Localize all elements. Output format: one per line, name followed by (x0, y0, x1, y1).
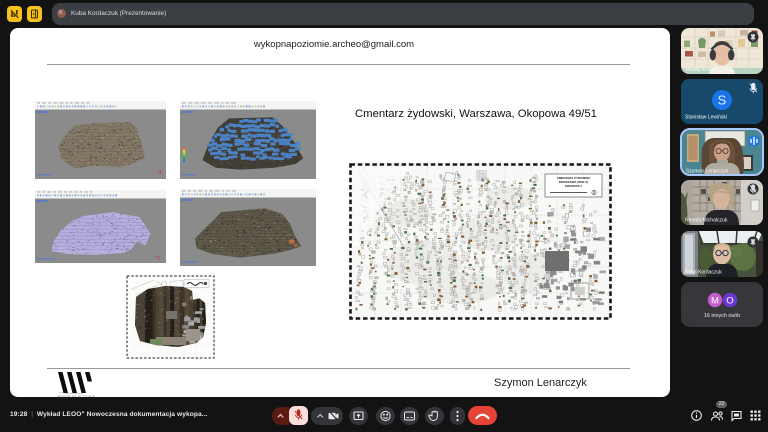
svg-text:KWATERA 1: KWATERA 1 (565, 184, 583, 188)
